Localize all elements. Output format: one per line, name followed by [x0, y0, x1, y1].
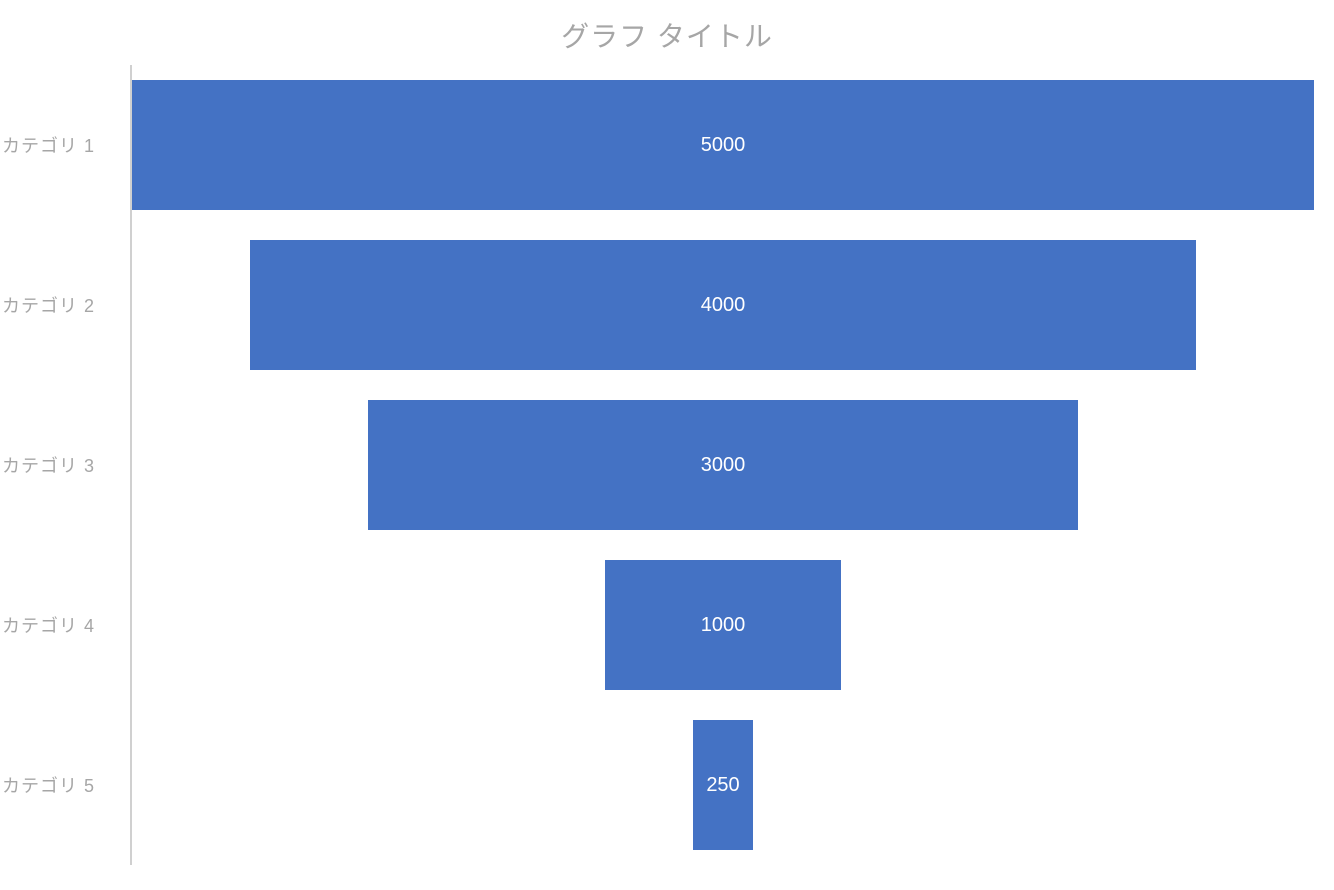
bar-value: 4000 — [701, 294, 746, 317]
bar-wrapper: 5000 — [132, 80, 1314, 210]
bar-wrapper: 4000 — [132, 240, 1314, 370]
funnel-bar: 1000 — [605, 560, 841, 690]
bar-value: 3000 — [701, 454, 746, 477]
plot-area: カテゴリ 1 5000 カテゴリ 2 4000 カテゴリ 3 3000 — [130, 65, 1314, 865]
funnel-bar: 5000 — [132, 80, 1314, 210]
bar-value: 5000 — [701, 134, 746, 157]
funnel-row: カテゴリ 3 3000 — [132, 385, 1314, 545]
category-label: カテゴリ 1 — [2, 132, 117, 158]
funnel-row: カテゴリ 2 4000 — [132, 225, 1314, 385]
chart-title: グラフ タイトル — [0, 15, 1334, 55]
category-label: カテゴリ 5 — [2, 772, 117, 798]
funnel-bar: 250 — [693, 720, 752, 850]
chart-container: グラフ タイトル カテゴリ 1 5000 カテゴリ 2 4000 カテゴリ 3 … — [0, 0, 1334, 890]
bar-wrapper: 3000 — [132, 400, 1314, 530]
funnel-row: カテゴリ 1 5000 — [132, 65, 1314, 225]
category-label: カテゴリ 2 — [2, 292, 117, 318]
funnel-row: カテゴリ 4 1000 — [132, 545, 1314, 705]
bar-value: 1000 — [701, 614, 746, 637]
bar-wrapper: 250 — [132, 720, 1314, 850]
funnel-bar: 4000 — [250, 240, 1196, 370]
bar-value: 250 — [706, 774, 739, 797]
category-label: カテゴリ 4 — [2, 612, 117, 638]
funnel-row: カテゴリ 5 250 — [132, 705, 1314, 865]
category-label: カテゴリ 3 — [2, 452, 117, 478]
funnel-bar: 3000 — [368, 400, 1077, 530]
bar-wrapper: 1000 — [132, 560, 1314, 690]
